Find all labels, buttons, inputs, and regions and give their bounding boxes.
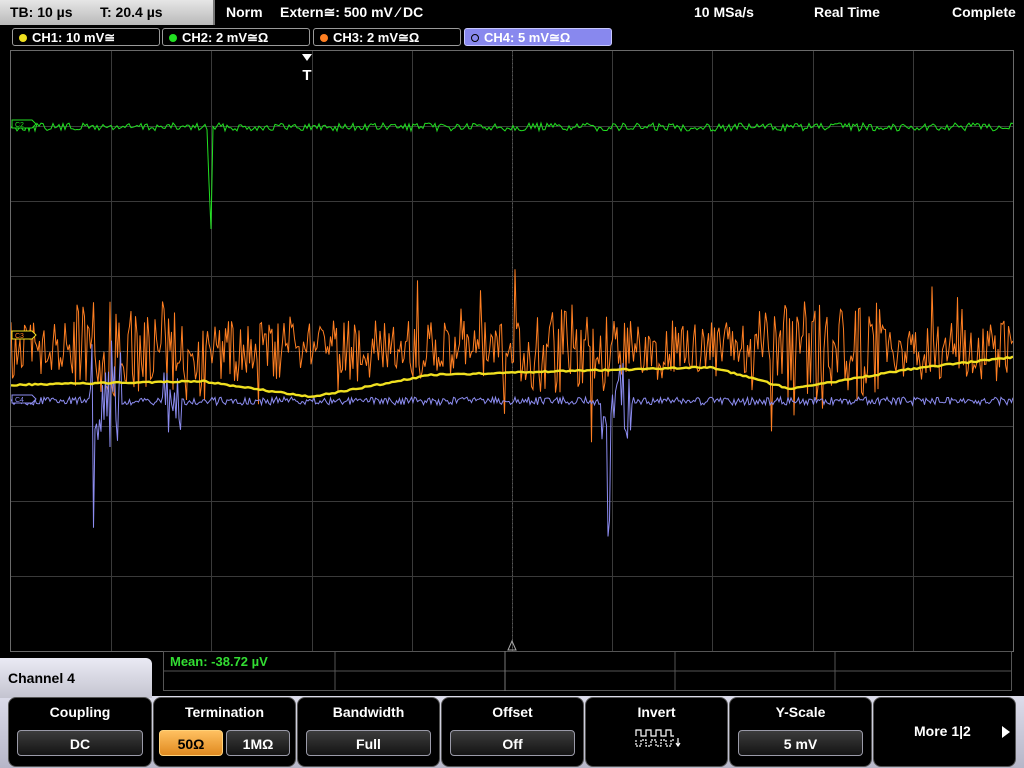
- tab-ch1-label: CH1: 10 mV≅: [32, 30, 116, 45]
- termination-1mohm-option[interactable]: 1MΩ: [226, 730, 290, 756]
- ch4-level-marker[interactable]: C4: [11, 394, 37, 404]
- offset-title: Offset: [492, 704, 533, 720]
- termination-softkey[interactable]: Termination 50Ω 1MΩ: [153, 697, 296, 767]
- invert-title: Invert: [637, 704, 676, 720]
- sample-rate: 10 MSa/s: [694, 4, 754, 20]
- coupling-softkey[interactable]: Coupling DC: [8, 697, 152, 767]
- trigger-arrow-icon: [302, 54, 312, 61]
- timebase-box[interactable]: TB: 10 µs T: 20.4 µs: [0, 0, 215, 25]
- ch4-dot-icon: [471, 34, 479, 42]
- tab-ch3[interactable]: CH3: 2 mV≅Ω: [313, 28, 461, 46]
- invert-softkey[interactable]: Invert: [585, 697, 728, 767]
- yscale-value[interactable]: 5 mV: [738, 730, 863, 756]
- measurement-grid: [163, 651, 1012, 691]
- yscale-softkey[interactable]: Y-Scale 5 mV: [729, 697, 872, 767]
- more-label: More 1|2: [914, 723, 971, 739]
- menu-title: Channel 4: [0, 658, 152, 698]
- play-arrow-icon: [1002, 726, 1010, 738]
- tab-ch3-label: CH3: 2 mV≅Ω: [333, 30, 420, 45]
- acquisition-mode: Real Time: [814, 4, 880, 20]
- ch4-marker-label: C4: [15, 397, 24, 404]
- tab-ch2[interactable]: CH2: 2 mV≅Ω: [162, 28, 310, 46]
- ch2-marker-label: C2: [15, 122, 24, 129]
- bandwidth-value[interactable]: Full: [306, 730, 431, 756]
- coupling-value[interactable]: DC: [17, 730, 143, 756]
- trigger-mode[interactable]: Norm: [226, 0, 263, 25]
- ch1-dot-icon: [19, 34, 27, 42]
- termination-title: Termination: [184, 704, 265, 720]
- tab-ch4[interactable]: CH4: 5 mV≅Ω: [464, 28, 612, 46]
- bandwidth-title: Bandwidth: [332, 704, 405, 720]
- trigger-source[interactable]: Extern≅: 500 mV ⁄ DC: [280, 0, 423, 25]
- trigger-time-label: T: 20.4 µs: [100, 4, 163, 20]
- invert-waveform-icon: [635, 729, 681, 748]
- offset-softkey[interactable]: Offset Off: [441, 697, 584, 767]
- scope-display[interactable]: T C2 C3 C4: [10, 50, 1014, 652]
- acquisition-state: Complete: [952, 4, 1016, 20]
- trigger-marker-label: T: [302, 67, 311, 84]
- trigger-marker[interactable]: T: [302, 54, 312, 84]
- tab-ch2-label: CH2: 2 mV≅Ω: [182, 30, 269, 45]
- bandwidth-softkey[interactable]: Bandwidth Full: [297, 697, 440, 767]
- ch3-dot-icon: [320, 34, 328, 42]
- timebase-label: TB: 10 µs: [10, 4, 73, 20]
- graticule: [11, 51, 1013, 651]
- waveform-canvas: T C2 C3 C4: [10, 51, 1014, 651]
- ch3-marker-label: C3: [15, 333, 24, 340]
- tab-ch4-label: CH4: 5 mV≅Ω: [484, 30, 571, 45]
- more-softkey[interactable]: More 1|2: [873, 697, 1016, 767]
- coupling-title: Coupling: [49, 704, 111, 720]
- ch2-dot-icon: [169, 34, 177, 42]
- yscale-title: Y-Scale: [775, 704, 826, 720]
- tab-ch1[interactable]: CH1: 10 mV≅: [12, 28, 160, 46]
- status-bar: TB: 10 µs T: 20.4 µs Norm Extern≅: 500 m…: [0, 0, 1024, 26]
- termination-50ohm-option[interactable]: 50Ω: [159, 730, 223, 756]
- ch3-level-marker[interactable]: C3: [11, 330, 37, 340]
- offset-value[interactable]: Off: [450, 730, 575, 756]
- mean-measurement: Mean: -38.72 µV: [170, 654, 268, 669]
- ch2-level-marker[interactable]: C2: [11, 119, 37, 129]
- measurement-panel: [163, 651, 1012, 691]
